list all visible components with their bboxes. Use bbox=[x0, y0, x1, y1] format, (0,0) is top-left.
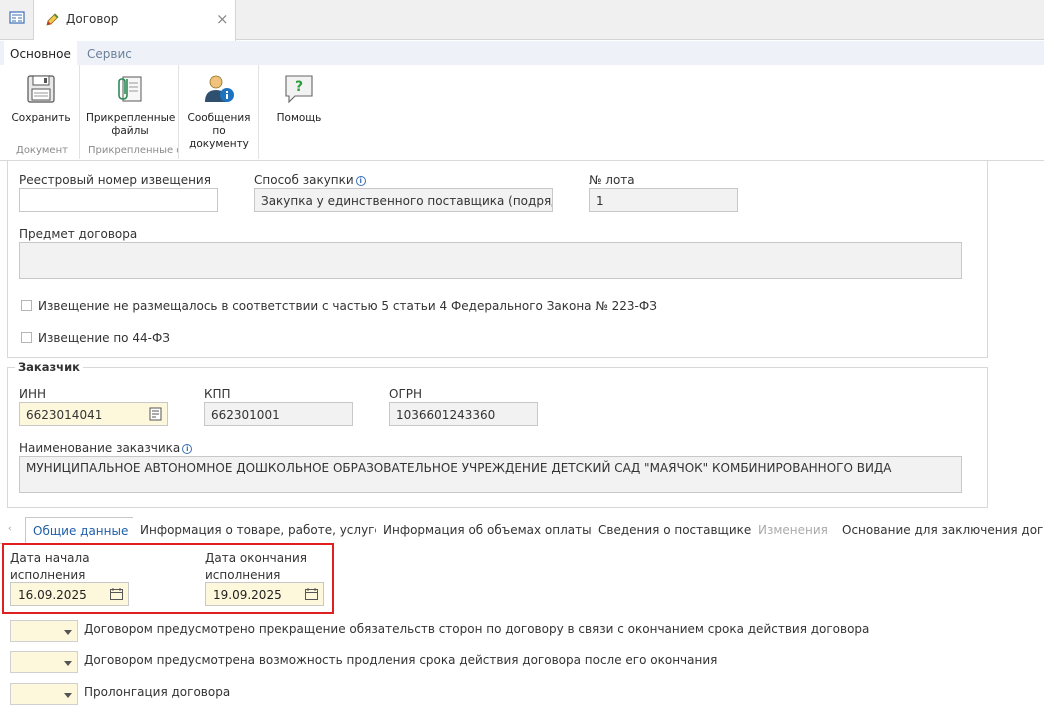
tab-title: Договор bbox=[66, 12, 119, 26]
end-date-value: 19.09.2025 bbox=[213, 588, 282, 602]
notice-44fz-checkbox[interactable] bbox=[21, 332, 32, 343]
kpp-label: КПП bbox=[204, 387, 231, 401]
registry-number-input[interactable] bbox=[19, 188, 218, 212]
inn-value: 6623014041 bbox=[26, 408, 103, 422]
prolongation-label: Пролонгация договора bbox=[84, 685, 231, 699]
tab-payment-volumes[interactable]: Информация об объемах оплаты bbox=[376, 517, 600, 544]
chevron-down-icon bbox=[64, 630, 72, 635]
extension-option-label: Договором предусмотрена возможность прод… bbox=[84, 653, 718, 667]
attached-files-label-2: файлы bbox=[111, 125, 149, 137]
ribbon-group-attached: Прикрепленные файлы Прикрепленные ф bbox=[80, 65, 179, 159]
lot-number-field[interactable]: 1 bbox=[589, 188, 738, 212]
chevron-down-icon bbox=[64, 693, 72, 698]
customer-name-field[interactable]: МУНИЦИПАЛЬНОЕ АВТОНОМНОЕ ДОШКОЛЬНОЕ ОБРА… bbox=[19, 456, 962, 493]
help-button[interactable]: ? Помощь bbox=[267, 73, 331, 125]
ribbon-tab-bar: Основное Сервис bbox=[0, 41, 1044, 65]
attached-files-label-1: Прикрепленные bbox=[86, 112, 176, 124]
tab-goods-info[interactable]: Информация о товаре, работе, услуге bbox=[133, 517, 390, 544]
notice-not-published-checkbox[interactable] bbox=[21, 300, 32, 311]
start-date-label: Дата начала исполнения bbox=[10, 551, 90, 582]
document-messages-button[interactable]: Сообщения по документу bbox=[181, 73, 257, 151]
document-messages-label-1: Сообщения по bbox=[187, 112, 251, 137]
registry-number-label: Реестровый номер извещения bbox=[19, 173, 211, 187]
tab-contract[interactable]: Договор × bbox=[34, 0, 236, 41]
svg-text:?: ? bbox=[295, 79, 303, 95]
lot-number-label: № лота bbox=[589, 173, 635, 187]
notice-not-published-label: Извещение не размещалось в соответствии … bbox=[38, 299, 657, 313]
close-tab-icon[interactable]: × bbox=[216, 10, 229, 28]
tab-supplier-info[interactable]: Сведения о поставщике bbox=[591, 517, 760, 544]
info-icon: i bbox=[355, 176, 366, 186]
procurement-method-field[interactable]: Закупка у единственного поставщика (подр… bbox=[254, 188, 553, 212]
save-label: Сохранить bbox=[11, 112, 71, 124]
termination-option-dropdown[interactable] bbox=[10, 620, 78, 642]
help-question-icon: ? bbox=[285, 75, 313, 104]
prolongation-dropdown[interactable] bbox=[10, 683, 78, 705]
user-info-icon bbox=[205, 75, 234, 102]
pencil-icon bbox=[46, 13, 59, 26]
attached-files-button[interactable]: Прикрепленные файлы bbox=[86, 73, 176, 138]
start-date-input[interactable]: 16.09.2025 bbox=[10, 582, 129, 606]
tab-general-data[interactable]: Общие данные bbox=[25, 517, 137, 544]
chevron-down-icon bbox=[64, 661, 72, 666]
tab-changes: Изменения bbox=[751, 517, 836, 544]
kpp-field[interactable]: 662301001 bbox=[204, 402, 353, 426]
end-date-label: Дата окончания исполнения bbox=[205, 551, 307, 582]
group-label-document: Документ bbox=[16, 145, 68, 156]
customer-name-label: Наименование заказчика i bbox=[19, 441, 193, 455]
document-messages-label-2: документу bbox=[189, 138, 249, 150]
save-button[interactable]: Сохранить bbox=[6, 73, 76, 125]
end-date-input[interactable]: 19.09.2025 bbox=[205, 582, 324, 606]
inn-input[interactable]: 6623014041 bbox=[19, 402, 168, 426]
tab-contract-basis[interactable]: Основание для заключения догово bbox=[835, 517, 1044, 544]
ribbon-tab-main[interactable]: Основное bbox=[4, 41, 77, 65]
paperclip-document-icon bbox=[118, 76, 142, 102]
customer-section-title: Заказчик bbox=[15, 360, 83, 374]
ribbon: Сохранить Документ Прикрепленные файлы П… bbox=[0, 65, 1044, 161]
contract-subject-label: Предмет договора bbox=[19, 227, 138, 241]
ogrn-label: ОГРН bbox=[389, 387, 423, 401]
notice-44fz-label: Извещение по 44-ФЗ bbox=[38, 331, 170, 345]
inn-label: ИНН bbox=[19, 387, 47, 401]
lookup-list-icon[interactable] bbox=[149, 407, 162, 421]
contract-section-tabs: ‹ Общие данные Информация о товаре, рабо… bbox=[0, 517, 1044, 544]
ribbon-group-help: ? Помощь bbox=[259, 65, 339, 159]
info-icon: i bbox=[182, 444, 193, 454]
help-label: Помощь bbox=[276, 112, 322, 124]
ribbon-group-messages: Сообщения по документу bbox=[179, 65, 259, 159]
termination-option-label: Договором предусмотрено прекращение обяз… bbox=[84, 622, 870, 636]
ribbon-tab-service[interactable]: Сервис bbox=[81, 41, 138, 65]
extension-option-dropdown[interactable] bbox=[10, 651, 78, 673]
app-menu-icon[interactable] bbox=[0, 0, 34, 40]
scroll-left-icon[interactable]: ‹ bbox=[8, 524, 12, 534]
document-tab-strip: Договор × bbox=[0, 0, 1044, 41]
group-label-attached: Прикрепленные ф bbox=[88, 145, 178, 156]
calendar-icon[interactable] bbox=[110, 588, 123, 600]
ribbon-group-document: Сохранить Документ bbox=[0, 65, 80, 159]
floppy-disk-icon bbox=[27, 75, 55, 103]
calendar-icon[interactable] bbox=[305, 588, 318, 600]
ogrn-field[interactable]: 1036601243360 bbox=[389, 402, 538, 426]
start-date-value: 16.09.2025 bbox=[18, 588, 87, 602]
contract-subject-field[interactable] bbox=[19, 242, 962, 279]
procurement-method-label: Способ закупки i bbox=[254, 173, 366, 187]
